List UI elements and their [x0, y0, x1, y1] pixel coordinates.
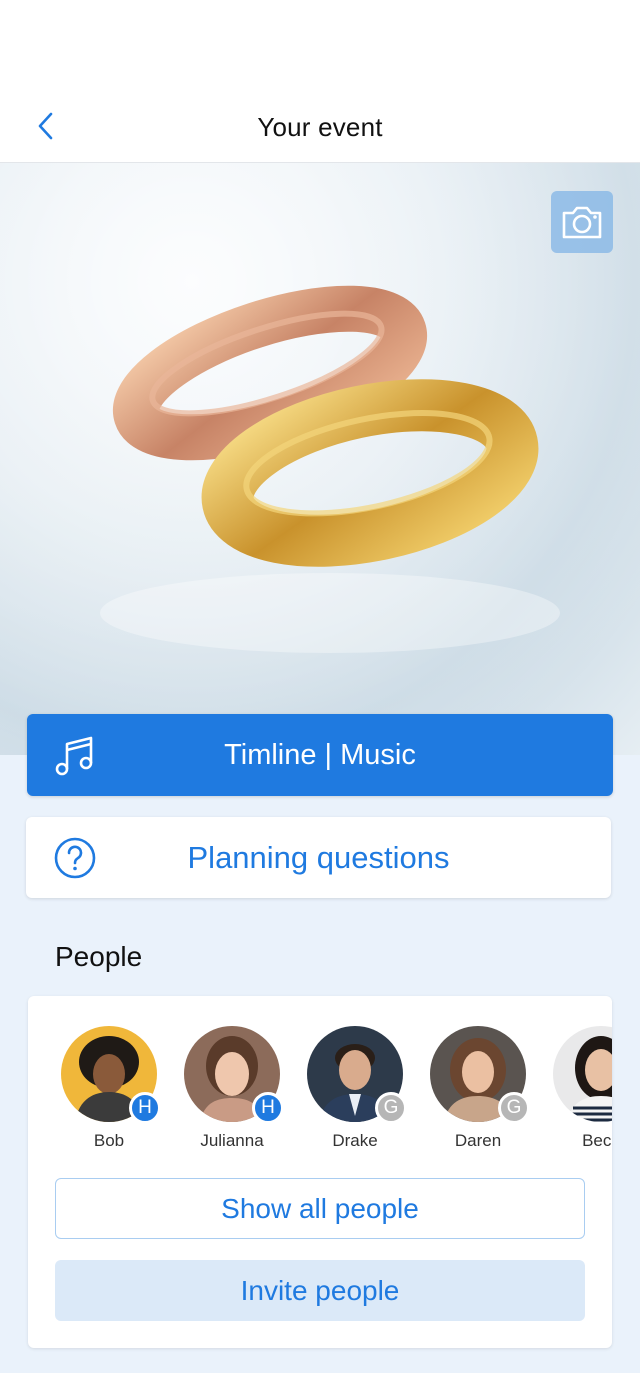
- role-badge: G: [375, 1092, 407, 1124]
- camera-icon: [562, 206, 602, 239]
- timeline-music-button[interactable]: Timline | Music: [27, 714, 613, 796]
- question-circle-icon: [54, 837, 96, 879]
- people-card: H Bob H Julianna G Drake G Daren Bec Sho…: [28, 996, 612, 1348]
- person-bob[interactable]: H Bob: [49, 1026, 169, 1151]
- invite-people-button[interactable]: Invite people: [55, 1260, 585, 1321]
- role-badge: H: [129, 1092, 161, 1124]
- person-name: Daren: [454, 1131, 502, 1150]
- person-name: Drake: [332, 1131, 378, 1150]
- role-badge: G: [498, 1092, 530, 1124]
- role-badge: H: [252, 1092, 284, 1124]
- avatar: H: [184, 1026, 284, 1124]
- planning-questions-label: Planning questions: [187, 839, 450, 875]
- change-photo-button[interactable]: [551, 191, 613, 253]
- event-cover-image: [0, 163, 640, 755]
- show-all-people-label: Show all people: [221, 1192, 419, 1224]
- navigation-bar: Your event: [0, 90, 640, 163]
- avatar: [553, 1026, 612, 1122]
- status-bar: [0, 0, 640, 90]
- people-list[interactable]: H Bob H Julianna G Drake G Daren Bec: [28, 1026, 612, 1156]
- person-beck[interactable]: Beck: [541, 1026, 612, 1151]
- avatar: H: [61, 1026, 161, 1124]
- music-note-icon: [55, 736, 93, 776]
- avatar: G: [307, 1026, 407, 1124]
- invite-people-label: Invite people: [240, 1274, 400, 1306]
- show-all-people-button[interactable]: Show all people: [55, 1178, 585, 1239]
- person-name: Bob: [93, 1131, 125, 1150]
- person-daren[interactable]: G Daren: [418, 1026, 538, 1151]
- person-drake[interactable]: G Drake: [295, 1026, 415, 1151]
- timeline-music-label: Timline | Music: [224, 738, 416, 771]
- page-title: Your event: [257, 112, 383, 142]
- people-section-title: People: [55, 941, 143, 972]
- person-julianna[interactable]: H Julianna: [172, 1026, 292, 1151]
- person-name: Julianna: [200, 1131, 264, 1150]
- planning-questions-button[interactable]: Planning questions: [26, 817, 611, 898]
- person-name: Beck: [582, 1131, 612, 1150]
- avatar: G: [430, 1026, 530, 1124]
